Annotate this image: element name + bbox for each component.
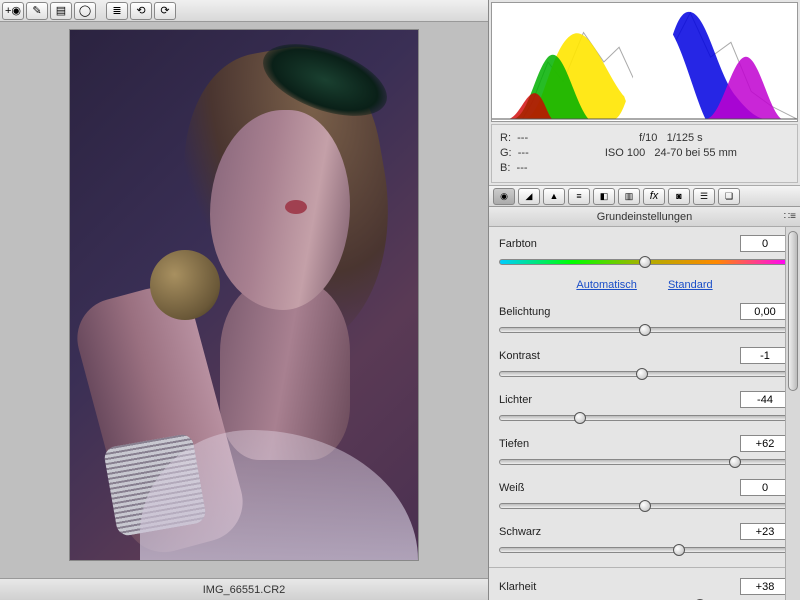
lichter-label: Lichter: [499, 394, 532, 406]
b-value: ---: [517, 162, 528, 174]
section-header: Grundeinstellungen ∷≡: [489, 207, 800, 227]
iso-value: ISO 100: [605, 147, 645, 159]
weiss-input[interactable]: [740, 479, 790, 496]
panel-scrollbar[interactable]: [785, 227, 800, 600]
r-label: R:: [500, 132, 511, 144]
exif-readout: R: --- G: --- B: --- f/10 1/125 s ISO 10…: [491, 124, 798, 183]
belichtung-handle[interactable]: [639, 324, 651, 336]
brush-icon[interactable]: ✎: [26, 2, 48, 20]
slider-lichter: Lichter: [499, 391, 790, 425]
farbton-handle[interactable]: [639, 256, 651, 268]
filename-label: IMG_66551.CR2: [203, 584, 286, 596]
slider-schwarz: Schwarz: [499, 523, 790, 557]
tab-hsl-icon[interactable]: ≡: [568, 188, 590, 205]
tab-presets-icon[interactable]: ☰: [693, 188, 715, 205]
b-label: B:: [500, 162, 510, 174]
slider-kontrast: Kontrast: [499, 347, 790, 381]
belichtung-input[interactable]: [740, 303, 790, 320]
tab-lens-icon[interactable]: ▥: [618, 188, 640, 205]
auto-link[interactable]: Automatisch: [576, 279, 637, 291]
schwarz-input[interactable]: [740, 523, 790, 540]
tab-split-icon[interactable]: ◧: [593, 188, 615, 205]
schwarz-label: Schwarz: [499, 526, 541, 538]
oval-icon[interactable]: ◯: [74, 2, 96, 20]
lichter-input[interactable]: [740, 391, 790, 408]
farbton-label: Farbton: [499, 238, 537, 250]
schwarz-track[interactable]: [499, 543, 790, 557]
g-value: ---: [518, 147, 529, 159]
klarheit-label: Klarheit: [499, 581, 536, 593]
lichter-track[interactable]: [499, 411, 790, 425]
tab-fx-icon[interactable]: fx: [643, 188, 665, 205]
adjustments-panel: R: --- G: --- B: --- f/10 1/125 s ISO 10…: [488, 0, 800, 600]
divider: [489, 567, 800, 568]
default-link[interactable]: Standard: [668, 279, 713, 291]
tab-camera-icon[interactable]: ◙: [668, 188, 690, 205]
tiefen-handle[interactable]: [729, 456, 741, 468]
slider-tiefen: Tiefen: [499, 435, 790, 469]
weiss-label: Weiß: [499, 482, 524, 494]
weiss-track[interactable]: [499, 499, 790, 513]
tiefen-input[interactable]: [740, 435, 790, 452]
kontrast-label: Kontrast: [499, 350, 540, 362]
section-menu-icon[interactable]: ∷≡: [784, 207, 796, 227]
top-toolbar: +◉ ✎ ▤ ◯ ≣ ⟲ ⟳: [0, 0, 488, 22]
slider-farbton: Farbton: [499, 235, 790, 269]
kontrast-track[interactable]: [499, 367, 790, 381]
eye-plus-icon[interactable]: +◉: [2, 2, 24, 20]
farbton-input[interactable]: [740, 235, 790, 252]
tiefen-track[interactable]: [499, 455, 790, 469]
aperture-value: f/10: [639, 132, 657, 144]
basic-panel-body: Farbton Automatisch Standard Belichtung: [489, 227, 800, 600]
kontrast-input[interactable]: [740, 347, 790, 364]
tiefen-label: Tiefen: [499, 438, 529, 450]
panel-tab-strip: ◉ ◢ ▲ ≡ ◧ ▥ fx ◙ ☰ ❏: [489, 185, 800, 207]
tab-snapshot-icon[interactable]: ❏: [718, 188, 740, 205]
tab-detail-icon[interactable]: ▲: [543, 188, 565, 205]
scroll-thumb[interactable]: [788, 231, 798, 391]
farbton-track[interactable]: [499, 255, 790, 269]
lichter-handle[interactable]: [574, 412, 586, 424]
filename-bar: IMG_66551.CR2: [0, 578, 488, 600]
slider-klarheit: Klarheit: [499, 578, 790, 600]
canvas-panel: +◉ ✎ ▤ ◯ ≣ ⟲ ⟳: [0, 0, 488, 600]
lens-value: 24-70 bei 55 mm: [654, 147, 737, 159]
image-viewport[interactable]: [0, 22, 488, 578]
auto-default-links: Automatisch Standard: [499, 279, 790, 291]
belichtung-track[interactable]: [499, 323, 790, 337]
stack-icon[interactable]: ▤: [50, 2, 72, 20]
list-icon[interactable]: ≣: [106, 2, 128, 20]
slider-weiss: Weiß: [499, 479, 790, 513]
preview-image: [70, 30, 418, 560]
rotate-right-icon[interactable]: ⟳: [154, 2, 176, 20]
g-label: G:: [500, 147, 512, 159]
rotate-left-icon[interactable]: ⟲: [130, 2, 152, 20]
schwarz-handle[interactable]: [673, 544, 685, 556]
tab-curve-icon[interactable]: ◢: [518, 188, 540, 205]
section-title-label: Grundeinstellungen: [597, 211, 692, 223]
shutter-value: 1/125 s: [667, 132, 703, 144]
r-value: ---: [517, 132, 528, 144]
histogram[interactable]: [491, 2, 798, 122]
tab-basic-icon[interactable]: ◉: [493, 188, 515, 205]
belichtung-label: Belichtung: [499, 306, 550, 318]
weiss-handle[interactable]: [639, 500, 651, 512]
kontrast-handle[interactable]: [636, 368, 648, 380]
slider-belichtung: Belichtung: [499, 303, 790, 337]
klarheit-input[interactable]: [740, 578, 790, 595]
